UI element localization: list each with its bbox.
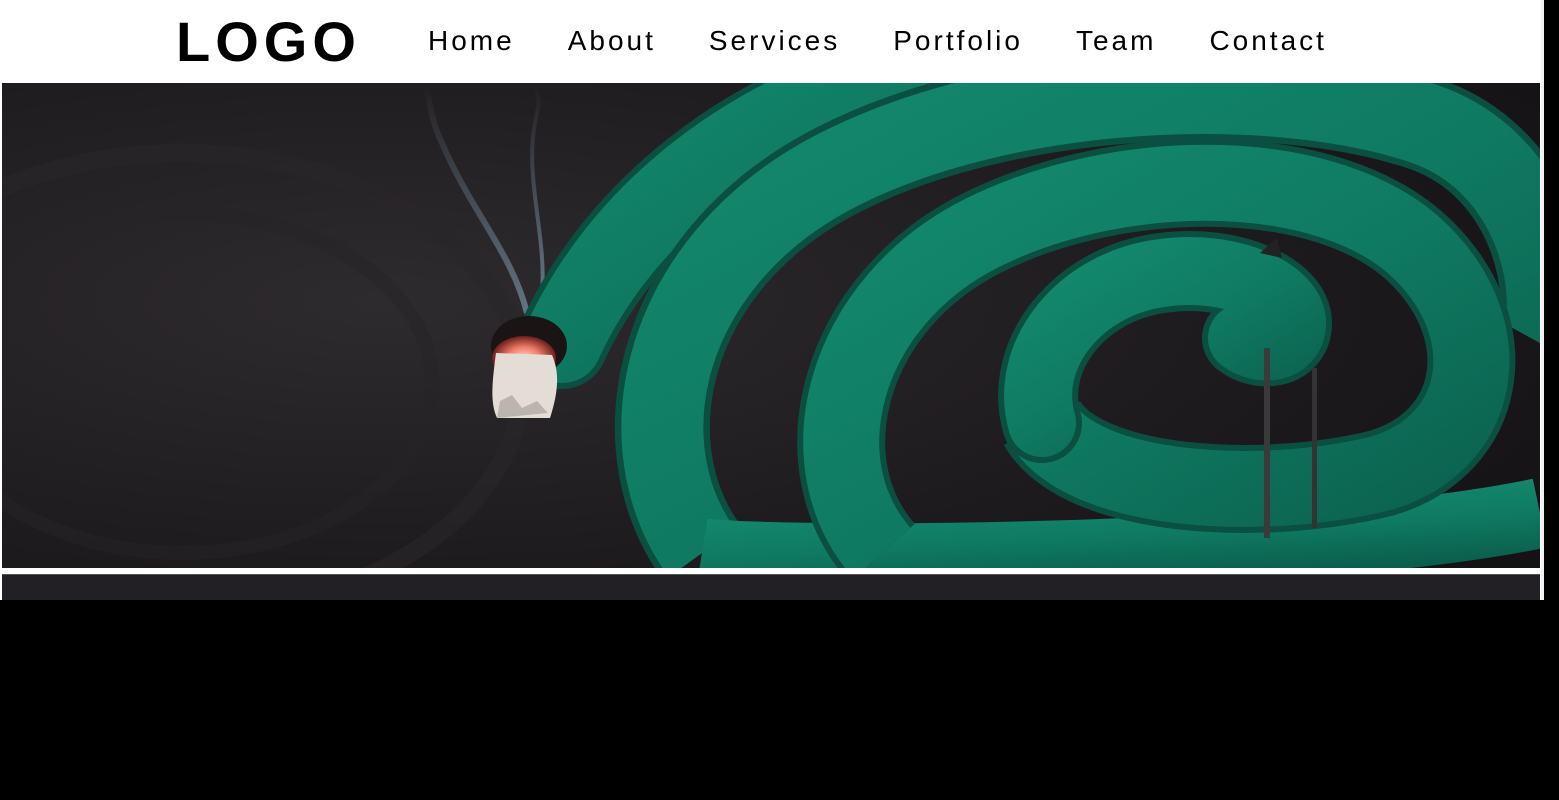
nav-link-contact[interactable]: Contact <box>1209 24 1327 58</box>
main-nav: Home About Services Portfolio Team Conta… <box>428 24 1327 58</box>
site-header: LOGO Home About Services Portfolio Team … <box>0 0 1541 82</box>
nav-link-team[interactable]: Team <box>1076 24 1156 58</box>
nav-link-portfolio[interactable]: Portfolio <box>893 24 1023 58</box>
next-slide-image <box>2 574 1540 600</box>
nav-link-about[interactable]: About <box>568 24 656 58</box>
blank-area <box>0 600 1559 800</box>
site-logo[interactable]: LOGO <box>176 11 361 73</box>
mosquito-coil-image <box>2 83 1540 568</box>
nav-link-services[interactable]: Services <box>709 24 840 58</box>
nav-link-home[interactable]: Home <box>428 24 515 58</box>
browser-viewport: LOGO Home About Services Portfolio Team … <box>0 0 1544 600</box>
hero-image <box>2 83 1540 568</box>
page: LOGO Home About Services Portfolio Team … <box>0 0 1559 800</box>
vertical-scrollbar[interactable] <box>1541 0 1544 600</box>
